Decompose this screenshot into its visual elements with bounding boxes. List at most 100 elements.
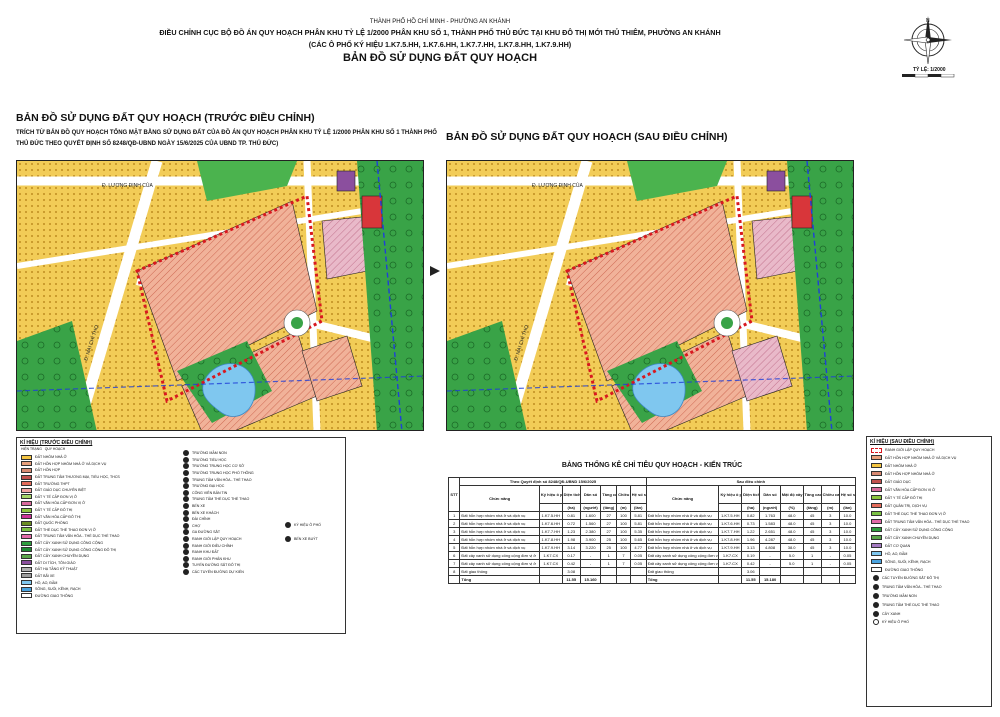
legend-header-existing: HIỆN TRẠNG [21, 447, 42, 451]
title-line-2: (CÁC Ô PHỐ KÝ HIỆU 1.K7.5.HH, 1.K7.6.HH,… [308, 40, 572, 49]
legend-symbol-item: TRƯỜNG TRUNG HỌC CƠ SỞ [177, 463, 287, 470]
legend-label: TRUNG TÂM THỂ DỤC THỂ THAO [882, 603, 940, 608]
table-cell: 25 [600, 535, 618, 544]
table-cell: 1.583 [759, 519, 781, 528]
table-cell: 48.0 [779, 527, 804, 536]
legend-item: ĐẤT NHÓM NHÀ Ở [867, 462, 991, 470]
legend-swatch [21, 593, 32, 599]
legend-label: ĐẤT CÂY XANH CHUYÊN DỤNG [885, 535, 940, 540]
table-cell: 1.560 [579, 519, 602, 528]
table-cell: 0.81 [561, 511, 581, 520]
table-cell: 11.55 [741, 575, 761, 584]
table-cell: 0.42 [741, 559, 761, 568]
th-unit-pop-b: (người) [579, 503, 602, 512]
th-code-a: Ký hiệu ô phố [718, 485, 743, 504]
legend-label: CÁC TUYẾN ĐƯỜNG SẮT ĐÔ THỊ [882, 576, 939, 581]
legend-symbol-icon [183, 549, 189, 556]
authority-line: THÀNH PHỐ HỒ CHÍ MINH - PHƯỜNG AN KHÁNH [369, 19, 511, 25]
legend-label: HỒ, AO, ĐẦM [35, 580, 58, 585]
table-cell [802, 575, 822, 584]
table-cell [802, 567, 822, 576]
legend-item: ĐẤT THỂ DỤC THỂ THAO ĐƠN VỊ Ở [867, 510, 991, 518]
th-group-before: Theo Quyết định số 8248/QĐ-UBND 15/6/202… [459, 477, 647, 486]
legend-label: ĐẤT HỖN HỢP NHÓM NHÀ Ở VÀ DỊCH VỤ [885, 455, 957, 460]
table-row: 4 Đất hỗn hợp nhóm nhà ở và dịch vụ 1.K7.8… [447, 535, 857, 544]
legend-symbol-icon [873, 575, 879, 582]
table-row: 6 Đất cây xanh sử dụng công cộng đơn vị ở… [447, 551, 857, 560]
statistics-table-panel: BẢNG THỐNG KÊ CHỈ TIÊU QUY HOẠCH - KIẾN … [447, 460, 857, 630]
legend-label: ĐẤT BÃI XE [35, 573, 55, 578]
legend-swatch [21, 474, 32, 480]
legend-label: SÔNG, SUỐI, KÊNH, RẠCH [885, 559, 931, 564]
table-cell: 1.K7.5.HH [718, 511, 743, 520]
table-cell: 1.K7.CX [538, 559, 563, 568]
table-cell: - [759, 559, 781, 568]
legend-label: TRUNG TÂM VĂN HÓA - THỂ THAO [882, 585, 942, 590]
legend-label: ĐẤT QUỐC PHÒNG [35, 521, 69, 526]
table-cell: 8 [447, 567, 461, 576]
legend-swatch [21, 560, 32, 566]
legend-symbol-icon [183, 562, 189, 569]
legend-label: ĐẤT GIÁO DỤC [885, 479, 911, 484]
legend-symbol-item: TRƯỜNG TIỂU HỌC [177, 456, 287, 464]
table-cell: 1.K7.5.HH [538, 511, 563, 520]
legend-swatch [21, 481, 32, 487]
legend-swatch [21, 573, 32, 579]
table-cell: 1.K7.7.HH [718, 527, 743, 536]
legend-symbol-icon [183, 503, 189, 510]
left-map-title: BẢN ĐỒ SỬ DỤNG ĐẤT QUY HOẠCH (TRƯỚC ĐIỀU… [16, 112, 315, 124]
table-cell: 100 [616, 535, 631, 544]
main-title: BẢN ĐỒ SỬ DỤNG ĐẤT QUY HOẠCH [342, 52, 538, 64]
legend-symbol-icon [285, 536, 291, 542]
table-row: 2 Đất hỗn hợp nhóm nhà ở và dịch vụ 1.K7.6… [447, 519, 857, 528]
legend-label: ĐẤT CƠ QUAN [885, 543, 911, 548]
legend-swatch [871, 519, 882, 525]
table-cell: - [820, 551, 840, 560]
legend-item: ĐẤT DI TÍCH, TÔN GIÁO [17, 560, 167, 567]
legend-label: CÂY XANH [882, 612, 901, 617]
table-cell: - [579, 551, 602, 560]
legend-symbol-icon [183, 476, 189, 483]
table-cell: 1.763 [759, 511, 781, 520]
table-cell: 2.380 [579, 527, 602, 536]
table-cell: 48.0 [779, 519, 804, 528]
table-cell: 1.K7.9.HH [718, 543, 743, 552]
th-pop-a: Dân số [759, 485, 781, 504]
legend-item: ĐẤT GIÁO DỤC [867, 478, 991, 486]
legend-label: ĐẤT Y TẾ CẤP ĐÔ THỊ [885, 495, 923, 500]
legend-symbol-item: TRƯỜNG MẦM NON [867, 592, 991, 601]
table-row: 5 Đất hỗn hợp nhóm nhà ở và dịch vụ 1.K7.9… [447, 543, 857, 552]
table-cell: 15.160 [579, 575, 602, 584]
table-cell: 27 [600, 527, 618, 536]
legend-swatch [871, 527, 882, 533]
legend-symbol-icon [183, 555, 189, 562]
table-cell: Đất cây xanh sử dụng công cộng đơn vị ở [645, 559, 720, 568]
legend-label: ĐẤT HỖN HỢP [35, 468, 61, 473]
table-cell: Đất giao thông [645, 567, 720, 576]
svg-text:N: N [926, 18, 930, 24]
table-cell: 7 [447, 559, 461, 568]
table-cell: 3.14 [561, 543, 581, 552]
legend-item: ĐƯỜNG GIAO THÔNG [867, 566, 991, 574]
table-cell [600, 567, 618, 576]
table-cell: 6 [447, 551, 461, 560]
legend-item: ĐẤT TRUNG TÂM THƯƠNG MẠI, TIỂU HỌC, THCS [17, 474, 167, 481]
legend-label: ĐẤT VĂN HÓA CẤP ĐƠN VỊ Ở [885, 487, 936, 492]
table-cell: Đất hỗn hợp nhóm nhà ở và dịch vụ [459, 527, 540, 536]
left-map-subtitle-1: TRÍCH TỪ BẢN ĐỒ QUY HOẠCH TỔNG MẶT BẰNG … [16, 130, 437, 136]
legend-label: ĐẤT Y TẾ CẤP ĐÔ THỊ [35, 508, 73, 513]
legend-label: ĐẤT QUẢN TRỊ, DỊCH VỤ [885, 503, 927, 508]
table-cell: 5.0 [779, 559, 804, 568]
legend-symbol-item: ĐÀI CHỈNH [177, 516, 287, 523]
legend-label: ĐẤT HẠ TẦNG KỸ THUẬT [35, 567, 78, 572]
table-cell: 100 [616, 519, 631, 528]
legend-label: ĐẤT HỖN HỢP NHÓM NHÀ Ở [885, 471, 935, 476]
legend-label: ĐẤT Y TẾ CẤP ĐƠN VỊ Ở [35, 494, 77, 499]
legend-symbol-item: TRƯỜNG TRUNG HỌC PHỔ THÔNG [177, 470, 287, 477]
table-cell: 5 [447, 543, 461, 552]
legend-symbol-icon [183, 450, 189, 457]
legend-swatch [871, 567, 882, 573]
legend-symbol-item: TRUNG TÂM THỂ DỤC THỂ THAO [867, 601, 991, 610]
table-cell [838, 575, 857, 584]
table-cell: 4.77 [629, 543, 647, 552]
